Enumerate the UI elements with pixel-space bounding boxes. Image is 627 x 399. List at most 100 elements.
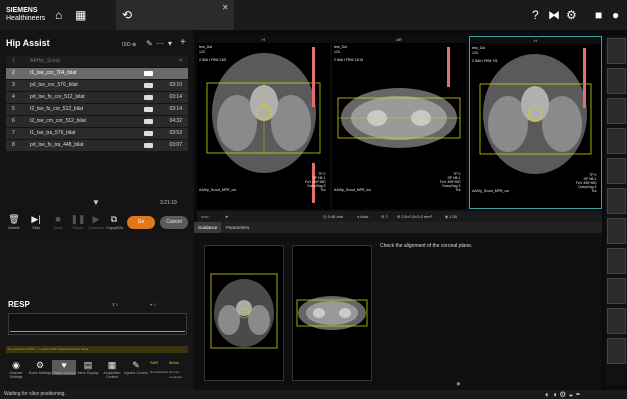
protocol-row[interactable]: 5 t2_tse_fs_cor_512_bilat 03:14: [6, 104, 188, 115]
viewport-coronal-2[interactable]: H test_Dot 123 2 IMA t FRM 7/8 AAHip_Sco…: [469, 36, 602, 209]
protocol-name: t1_tse_cor_704_bilat: [30, 70, 77, 76]
ratio-readout: ◈ 1.00: [445, 214, 457, 219]
resp-rate-2: ♥ 0: [150, 302, 156, 307]
thumbnail[interactable]: [607, 38, 626, 64]
viewport-orientation: AR: [332, 36, 466, 43]
tab-guidance[interactable]: Guidance: [194, 222, 222, 233]
patient-browser-icon[interactable]: ▦: [75, 8, 86, 22]
cancel-button[interactable]: Cancel: [160, 216, 188, 229]
protocol-row[interactable]: 8 pd_tse_fs_tra_448_bilat 03:07: [6, 140, 188, 151]
protocol-row[interactable]: 7 t1_tse_tra_576_bilat 03:53: [6, 128, 188, 139]
viewport-name: test_Dot: [334, 45, 348, 49]
tray-icons: ◐ ◑ ⚙ ◒ ◓: [545, 390, 581, 399]
more-icon[interactable]: ⋯: [156, 39, 164, 49]
logo: SIEMENS Healthineers: [6, 7, 45, 23]
protocol-row-active[interactable]: 2 t1_tse_cor_704_bilat: [6, 68, 188, 79]
protocol-duration: 03:14: [169, 94, 182, 100]
exam-tab[interactable]: ⟲ ✕: [116, 0, 234, 30]
viewport-meta: 2 IMA t FRM 13/5: [199, 58, 227, 62]
scanner-settings-label: Scanner Settings: [9, 371, 23, 379]
injector-control-button[interactable]: ✎ Injector Control: [124, 360, 148, 375]
copy-go-button[interactable]: ⧉ Copy&Go: [106, 214, 123, 230]
scanner-settings-button[interactable]: ◉ Scanner Settings: [4, 360, 28, 379]
trash-icon: 🗑: [8, 214, 20, 224]
time-value: 3:46 min: [327, 214, 343, 219]
delete-button[interactable]: 🗑 Delete: [6, 214, 22, 230]
protocol-row[interactable]: 6 t2_tse_cm_cor_512_bilat 04:32: [6, 116, 188, 127]
exam-settings-button[interactable]: ⚙ Exam Settings: [28, 360, 52, 375]
skip-label: Skip: [32, 225, 40, 230]
protocol-number: 3: [12, 82, 15, 88]
thumbnail[interactable]: [607, 338, 626, 364]
viewport-transverse[interactable]: AR test_Dot 123 2 IMA t FRM 13/15 AAHip_…: [332, 36, 466, 209]
stop-button[interactable]: ■ Stop: [50, 214, 66, 230]
tab-parameters[interactable]: Parameters: [222, 222, 253, 233]
protocol-number: 2: [12, 70, 15, 76]
add-icon[interactable]: +: [180, 38, 186, 48]
chevron-down-icon[interactable]: ▾: [168, 39, 172, 49]
protocol-name: AAHip_Scout: [30, 58, 60, 64]
protocol-badge: [144, 107, 153, 112]
camera-icon[interactable]: ■: [595, 8, 602, 22]
warning-bar: No signal from PMU — Leaving PMU Signal …: [6, 346, 188, 353]
viewport-orientation: H: [197, 36, 330, 43]
pointer-icon[interactable]: ➤: [225, 211, 228, 222]
viewport-series: AAHip_Scout_MPR_tra: [334, 188, 371, 192]
iso-toggle[interactable]: ISO ⊕: [122, 40, 136, 50]
info-icon[interactable]: ●: [456, 379, 461, 389]
inline-display-button[interactable]: ▤ Inline Display: [76, 360, 100, 375]
resp-rate-2-value: 0: [153, 302, 156, 307]
viewport-params: TP 0 SP H8.1 FoV 450*450 CompSag 3 Tra: [305, 172, 326, 192]
brand-name: SIEMENS: [6, 7, 38, 14]
go-button[interactable]: Go: [127, 216, 155, 229]
count-readout: ⊘ 2: [381, 214, 388, 219]
gear-icon[interactable]: ⚙: [566, 8, 577, 22]
queue-expand-icon[interactable]: ▼: [92, 198, 100, 208]
protocol-badge: [144, 119, 153, 124]
auto-toggle[interactable]: ⫷ Auto: [357, 211, 368, 222]
skip-button[interactable]: ▶| Skip: [28, 214, 44, 230]
thumbnail[interactable]: [607, 68, 626, 94]
protocol-badge: [144, 143, 153, 148]
viewport-name: test_Dot: [199, 45, 213, 49]
thumbnail[interactable]: [607, 128, 626, 154]
status-text: Waiting for slice positioning.: [4, 391, 66, 397]
guidance-tabs: Guidance Parameters: [194, 222, 602, 233]
thumbnail[interactable]: [607, 308, 626, 334]
protocol-row[interactable]: 4 pd_tse_fs_cor_512_bilat 03:14: [6, 92, 188, 103]
help-icon[interactable]: ?: [532, 8, 539, 22]
protocol-row[interactable]: 3 pd_tse_cor_576_bilat 03:10: [6, 80, 188, 91]
time-readout: ◷ 3:46 min: [323, 214, 343, 219]
continue-icon: ▶: [92, 214, 100, 224]
loudness-mode: Normal Loudness: [169, 370, 183, 379]
user-icon[interactable]: ●: [612, 8, 619, 22]
close-tab-icon[interactable]: ✕: [222, 3, 229, 13]
layout-icon[interactable]: ▭▭: [201, 211, 209, 222]
stop-icon: ■: [55, 214, 61, 224]
acquisition-context-button[interactable]: ▦ Acquisition Context: [100, 360, 124, 379]
protocol-number: 5: [12, 106, 15, 112]
count-value: 2: [385, 214, 388, 219]
home-icon[interactable]: ⌂: [55, 8, 62, 22]
protocol-row[interactable]: 1 AAHip_Scout ⌗: [6, 56, 188, 67]
pause-button[interactable]: ❚❚ Pause: [70, 214, 86, 230]
protocol-name: pd_tse_fs_tra_448_bilat: [30, 142, 84, 148]
thumbnail[interactable]: [607, 278, 626, 304]
brand-sub: Healthineers: [6, 15, 46, 22]
bowtie-icon[interactable]: ⧓: [548, 8, 560, 22]
protocol-name: t2_tse_cm_cor_512_bilat: [30, 118, 86, 124]
patient-display-button[interactable]: ♥ Patient Display: [52, 360, 76, 375]
auto-label: Auto: [360, 214, 369, 219]
thumbnail[interactable]: [607, 188, 626, 214]
viewport-coronal-1[interactable]: H test_Dot 123 2 IMA t FRM 13/5 AAHip_Sc…: [197, 36, 330, 209]
continue-button[interactable]: ▶ Continue: [88, 214, 104, 230]
thumbnail[interactable]: [607, 218, 626, 244]
protocol-badge: [144, 95, 153, 100]
protocol-number: 4: [12, 94, 15, 100]
protocol-badge: [144, 131, 153, 136]
thumbnail[interactable]: [607, 248, 626, 274]
edit-icon[interactable]: ✎: [146, 39, 153, 49]
thumbnail[interactable]: [607, 158, 626, 184]
skip-icon: ▶|: [31, 214, 41, 224]
thumbnail[interactable]: [607, 98, 626, 124]
